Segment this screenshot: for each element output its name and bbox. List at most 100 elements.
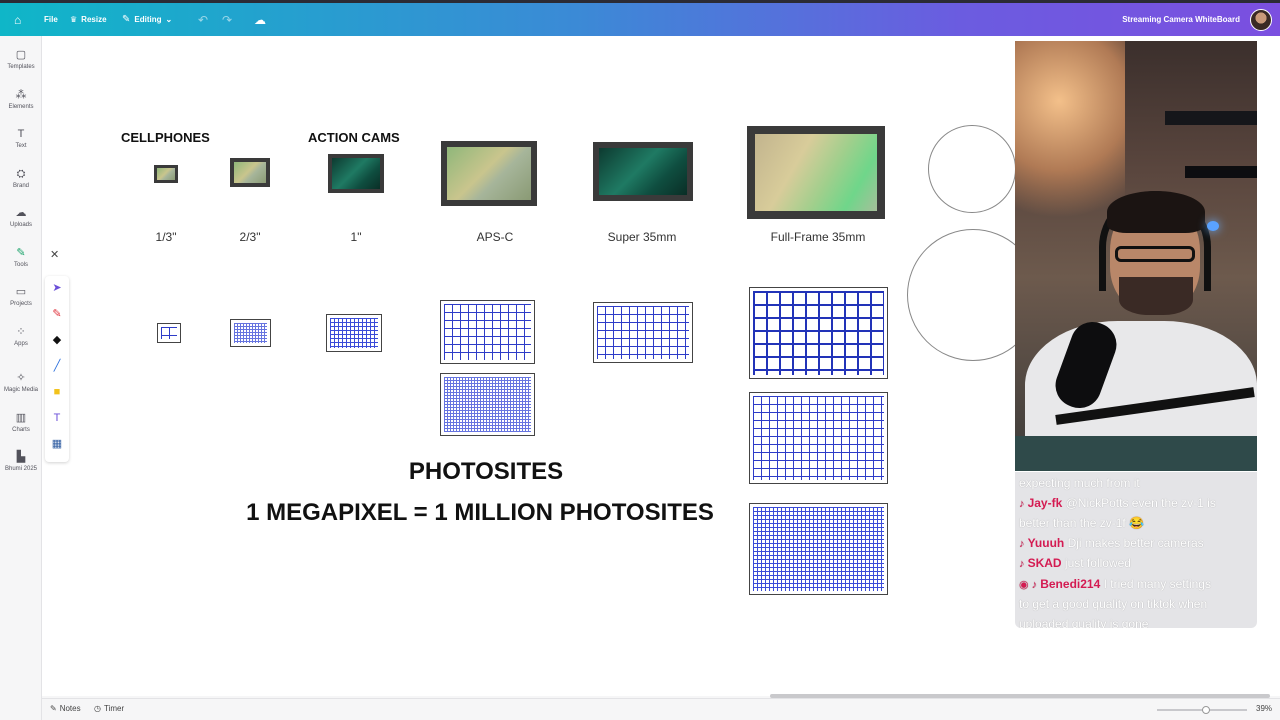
chat-message: Dji makes better cameras (1067, 535, 1204, 550)
sidebar-item-label: Tools (13, 262, 28, 268)
photosite-grid[interactable] (230, 319, 271, 347)
notes-button[interactable]: ✎ Notes (50, 704, 81, 713)
timer-button[interactable]: ◷ Timer (94, 704, 124, 713)
chat-line: ♪ Yuuuh Dji makes better cameras (1019, 534, 1253, 555)
timer-label: Timer (103, 704, 125, 713)
sensor-label-super-35: Super 35mm (607, 230, 677, 244)
sidebar-item-label: Text (15, 143, 27, 149)
sidebar-item-elements[interactable]: ⁂ Elements (0, 88, 42, 110)
chat-line: uploaded quality is gone (1019, 615, 1253, 629)
sidebar-item-label: Charts (12, 427, 30, 433)
projects-icon: ▭ (15, 286, 27, 298)
photosite-grid[interactable] (440, 300, 535, 364)
resize-button[interactable]: ♛ Resize (70, 3, 107, 36)
sidebar-item-tools[interactable]: ✎ Tools (0, 246, 42, 268)
home-button[interactable]: ⌂ (14, 3, 21, 36)
chat-line: ◉ ♪ Benedi214 I tried many settings (1019, 575, 1253, 596)
tiktok-icon: ♪ (1019, 558, 1028, 570)
photosite-grid[interactable] (593, 302, 693, 363)
chat-username: Yuuuh (1027, 535, 1065, 550)
file-menu[interactable]: File (44, 3, 58, 36)
crown-icon: ♛ (70, 15, 78, 24)
sidebar-item-label: Bhumi 2025 (4, 466, 38, 472)
sensor-2-3-inch[interactable] (230, 158, 270, 187)
magic-media-icon: ✧ (16, 372, 26, 384)
table-tool-icon[interactable]: ▦ (45, 434, 69, 454)
editing-label: Editing (134, 15, 162, 24)
cloud-save-button[interactable]: ☁ (254, 3, 266, 36)
pen-tool-icon[interactable]: ✎ (45, 304, 69, 324)
sidebar-item-apps[interactable]: ⁘ Apps (0, 325, 42, 347)
close-icon[interactable]: ✕ (50, 248, 59, 261)
cloud-check-icon: ☁ (254, 12, 266, 27)
chat-line: ♪ SKAD just followed (1019, 554, 1253, 575)
photosite-grid[interactable] (157, 323, 181, 343)
sensor-super-35[interactable] (593, 142, 693, 201)
sidebar-item-templates[interactable]: ▢ Templates (0, 48, 42, 70)
circle-shape[interactable] (928, 125, 1016, 213)
photosite-grid[interactable] (440, 373, 535, 436)
sensor-1-3-inch[interactable] (154, 165, 178, 183)
undo-button[interactable]: ↶ (198, 3, 208, 36)
document-title-label: Streaming Camera WhiteBoard (1122, 15, 1240, 24)
file-menu-label: File (44, 15, 58, 24)
text-tool-icon[interactable]: T (45, 408, 69, 428)
drawing-toolbar: ➤ ✎ ◆ ╱ ■ T ▦ (45, 276, 69, 462)
sidebar-item-projects[interactable]: ▭ Projects (0, 285, 42, 307)
blue-light (1207, 221, 1219, 231)
document-title[interactable]: Streaming Camera WhiteBoard (1122, 3, 1240, 36)
photosites-title: PHOTOSITES (408, 458, 564, 485)
templates-icon: ▢ (15, 49, 27, 61)
chat-line: ♪ Jay-fk @NickPotts even the zv-1 is (1019, 494, 1253, 515)
grid-lines (234, 323, 267, 343)
redo-button[interactable]: ↷ (222, 3, 232, 36)
sidebar-item-uploads[interactable]: ☁ Uploads (0, 206, 42, 228)
photosite-grid[interactable] (749, 287, 888, 379)
zoom-slider-handle[interactable] (1202, 706, 1210, 714)
top-bar: ⌂ File ♛ Resize ✎ Editing ⌄ ↶ ↷ ☁ Streaming… (0, 0, 1280, 36)
chat-message: better than the zv-1f 😂 (1019, 516, 1145, 530)
chat-username: Benedi214 (1040, 576, 1101, 591)
timer-icon: ◷ (94, 704, 101, 713)
sensor-label-2-3: 2/3" (239, 230, 261, 244)
notes-label: Notes (59, 704, 81, 713)
editing-mode-dropdown[interactable]: ✎ Editing ⌄ (122, 3, 172, 36)
photosite-grid[interactable] (749, 503, 888, 595)
sensor-full-frame[interactable] (747, 126, 885, 219)
chat-message: @NickPotts even the zv-1 is (1065, 495, 1216, 510)
bhumi-icon: ▙ (16, 451, 26, 463)
left-sidebar: ▢ Templates ⁂ Elements T Text ⛭ Brand ☁ Uploa… (0, 36, 42, 720)
megapixel-subtitle: 1 MEGAPIXEL = 1 MILLION PHOTOSITES (246, 499, 714, 526)
resize-label: Resize (81, 15, 107, 24)
stream-chat: expecting much from it ♪ Jay-fk @NickPot… (1015, 472, 1257, 628)
grid-lines (161, 327, 177, 339)
sidebar-item-magic-media[interactable]: ✧ Magic Media (0, 371, 42, 393)
grid-lines (753, 507, 884, 591)
sidebar-item-label: Projects (10, 301, 32, 307)
webcam-overlay (1015, 41, 1257, 471)
photosite-grid[interactable] (749, 392, 888, 484)
marker-tool-icon[interactable]: ◆ (45, 330, 69, 350)
tiktok-icon: ♪ (1031, 578, 1041, 591)
sticky-note-icon[interactable]: ■ (45, 382, 69, 402)
sensor-aps-c[interactable] (441, 141, 537, 206)
chat-line: expecting much from it (1019, 474, 1253, 494)
sidebar-item-brand[interactable]: ⛭ Brand (0, 167, 42, 189)
sidebar-item-text[interactable]: T Text (0, 127, 42, 149)
sensor-label-full-frame: Full-Frame 35mm (770, 230, 866, 244)
sidebar-item-charts[interactable]: ▥ Charts (0, 411, 42, 433)
select-tool-icon[interactable]: ➤ (45, 278, 69, 298)
avatar[interactable] (1250, 9, 1272, 31)
tiktok-icon: ♪ (1019, 537, 1028, 550)
sidebar-item-bhumi[interactable]: ▙ Bhumi 2025 (0, 450, 42, 472)
sensor-surface (447, 147, 531, 200)
sidebar-item-label: Apps (14, 341, 28, 347)
sensor-1-inch[interactable] (328, 154, 384, 193)
sensor-label-1-3: 1/3" (155, 230, 177, 244)
glasses (1115, 246, 1195, 262)
photosite-grid[interactable] (326, 314, 382, 352)
line-tool-icon[interactable]: ╱ (45, 356, 69, 376)
grid-lines (597, 306, 689, 359)
zoom-level[interactable]: 39% (1256, 704, 1272, 713)
tools-icon: ✎ (16, 247, 26, 259)
